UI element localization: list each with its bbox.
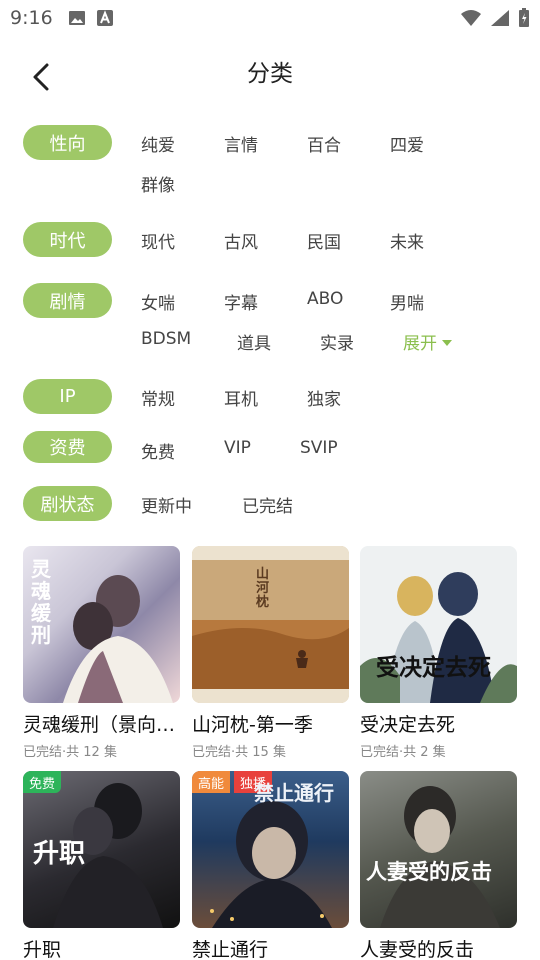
card-title: 受决定去死 <box>360 714 456 736</box>
drama-card[interactable]: 受决定去死 受决定去死 已完结·共 2 集 <box>360 546 517 760</box>
status-time: 9:16 <box>10 7 53 29</box>
status-right-icons <box>460 8 530 28</box>
drama-card[interactable]: 灵魂缓刑 灵魂缓刑（景向… 已完结·共 12 集 <box>23 546 180 760</box>
app-notification-icon <box>97 10 113 26</box>
card-title: 山河枕-第一季 <box>192 714 313 736</box>
cover-image: 灵魂缓刑 <box>23 546 180 703</box>
cover-title-art: 禁止通行 <box>254 781 334 805</box>
filter-category-orientation[interactable]: 性向 <box>23 125 112 160</box>
battery-icon <box>519 8 529 27</box>
card-title: 灵魂缓刑（景向… <box>23 714 176 736</box>
filter-option[interactable]: 常规 <box>141 385 175 410</box>
drama-card[interactable]: 人妻受的反击 人妻受的反击 <box>360 771 517 960</box>
signal-icon <box>491 10 509 26</box>
filter-option[interactable]: 言情 <box>224 131 258 156</box>
expand-button[interactable]: 展开 <box>403 329 452 354</box>
expand-label: 展开 <box>403 334 437 354</box>
filter-option[interactable]: 独家 <box>307 385 341 410</box>
filter-option[interactable]: 男喘 <box>390 289 424 314</box>
drama-card[interactable]: 山河枕 山河枕-第一季 已完结·共 15 集 <box>192 546 349 760</box>
cover-image: 免费 升职 <box>23 771 180 928</box>
card-subtitle: 已完结·共 2 集 <box>360 745 446 760</box>
cover-art <box>380 786 500 928</box>
cover-title-art: 人妻受的反击 <box>366 859 492 884</box>
gallery-icon <box>69 11 85 25</box>
filter-option[interactable]: 纯爱 <box>141 131 175 156</box>
status-bar: 9:16 <box>0 0 540 36</box>
card-subtitle: 已完结·共 12 集 <box>23 745 117 760</box>
badge-high-energy: 高能 <box>192 771 231 793</box>
cover-image: 人妻受的反击 <box>360 771 517 928</box>
filter-option[interactable]: 女喘 <box>141 289 175 314</box>
filter-option[interactable]: 免费 <box>141 438 175 463</box>
filter-category-state[interactable]: 剧状态 <box>23 486 112 521</box>
filter-option[interactable]: 耳机 <box>224 385 258 410</box>
card-subtitle: 已完结·共 15 集 <box>192 745 286 760</box>
wifi-icon <box>461 10 481 26</box>
filter-option[interactable]: 现代 <box>141 228 175 253</box>
header: 分类 <box>0 44 540 104</box>
cover-art <box>192 546 349 703</box>
filter-option[interactable]: BDSM <box>141 329 191 349</box>
cover-title-art: 山河枕 <box>256 567 270 610</box>
filter-option[interactable]: 古风 <box>224 228 258 253</box>
page-title: 分类 <box>247 61 293 87</box>
filter-category-fee[interactable]: 资费 <box>23 431 112 463</box>
card-title: 禁止通行 <box>192 939 269 960</box>
drama-card[interactable]: 免费 升职 升职 <box>23 771 180 960</box>
filter-option[interactable]: 百合 <box>307 131 341 156</box>
cover-title-art: 升职 <box>33 839 86 869</box>
filter-category-era[interactable]: 时代 <box>23 222 112 257</box>
cover-image: 山河枕 <box>192 546 349 703</box>
filter-option[interactable]: SVIP <box>300 438 338 458</box>
badge-free: 免费 <box>23 771 62 793</box>
filter-option[interactable]: 道具 <box>237 329 271 354</box>
filter-option[interactable]: 字幕 <box>224 289 258 314</box>
card-title: 升职 <box>23 939 62 960</box>
filter-option[interactable]: 群像 <box>141 171 175 196</box>
filter-option[interactable]: VIP <box>224 438 251 458</box>
filter-option[interactable]: 未来 <box>390 228 424 253</box>
cover-title-art: 灵魂缓刑 <box>31 557 51 647</box>
cover-image: 受决定去死 <box>360 546 517 703</box>
filter-option[interactable]: 实录 <box>320 329 354 354</box>
drama-card[interactable]: 高能 独播 禁止通行 禁止通行 <box>192 771 349 960</box>
filter-category-plot[interactable]: 剧情 <box>23 283 112 318</box>
card-title: 人妻受的反击 <box>360 939 475 960</box>
filter-option[interactable]: ABO <box>307 289 343 309</box>
status-left-icons <box>68 9 114 27</box>
filter-option[interactable]: 四爱 <box>390 131 424 156</box>
cover-image: 高能 独播 禁止通行 <box>192 771 349 928</box>
caret-down-icon <box>442 340 452 346</box>
filter-option[interactable]: 民国 <box>307 228 341 253</box>
cover-title-art: 受决定去死 <box>376 654 491 681</box>
filter-category-ip[interactable]: IP <box>23 379 112 414</box>
filter-option[interactable]: 已完结 <box>242 492 293 517</box>
filter-option[interactable]: 更新中 <box>141 492 192 517</box>
